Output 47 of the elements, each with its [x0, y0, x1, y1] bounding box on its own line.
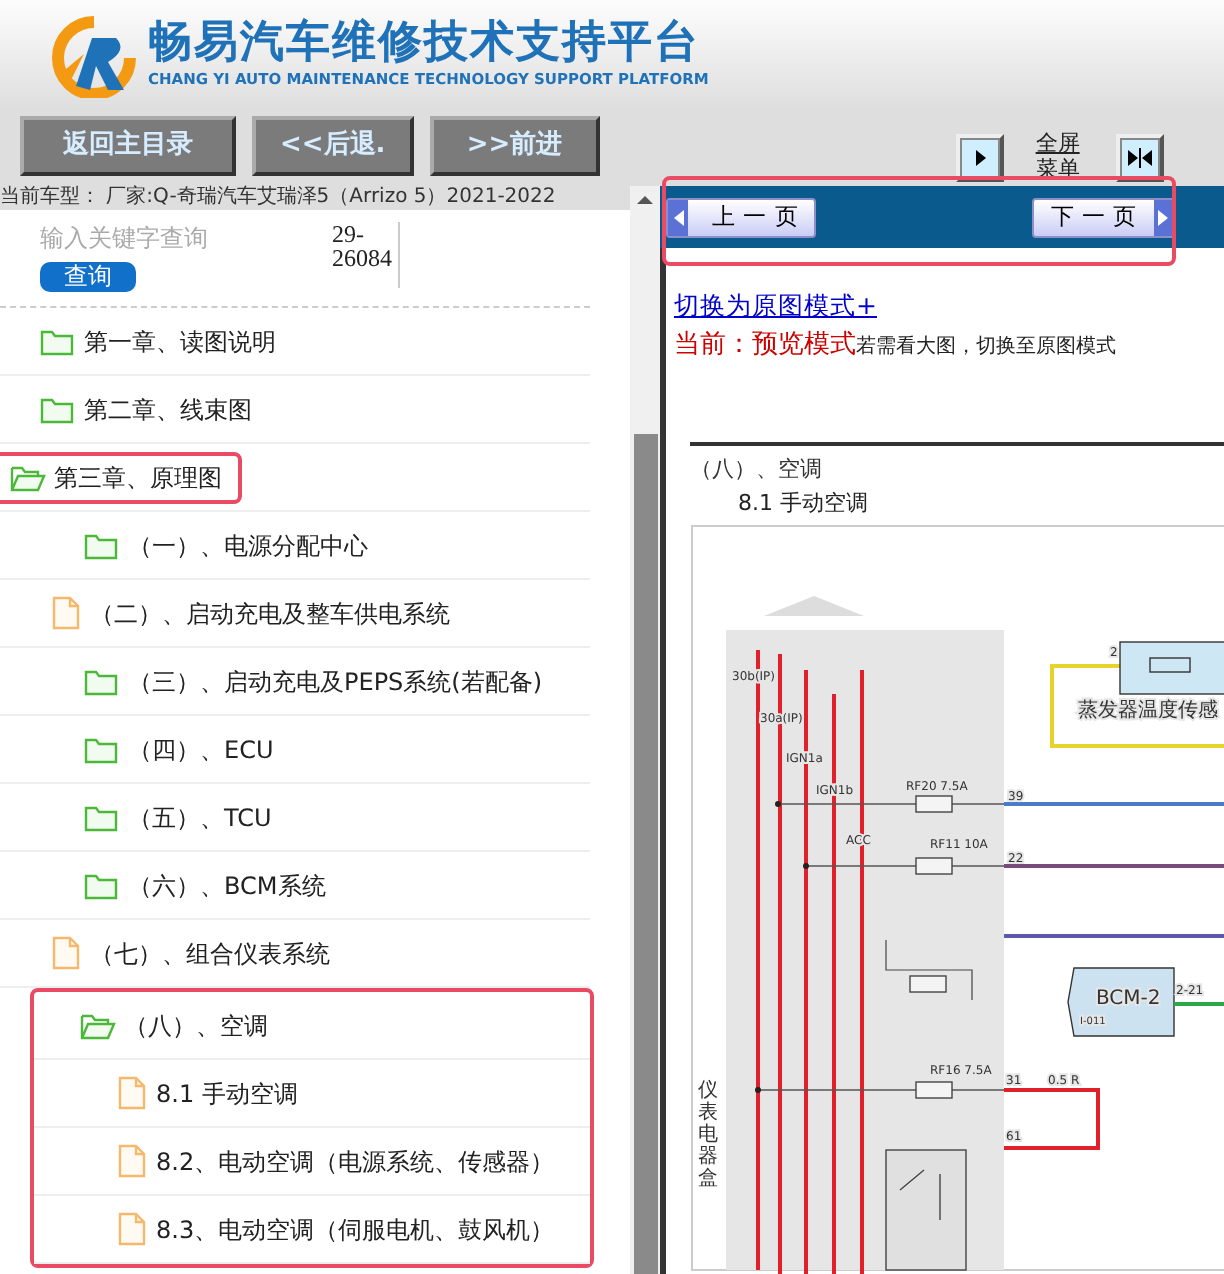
document-icon: [116, 1212, 148, 1246]
vehicle-info: 当前车型： 厂家:Q-奇瑞汽车艾瑞泽5（Arrizo 5）2021-2022: [0, 186, 556, 208]
tree-item[interactable]: （三）、启动充电及PEPS系统(若配备): [84, 663, 543, 699]
tree-item[interactable]: 第二章、线束图: [40, 391, 252, 427]
open-folder-icon: [10, 461, 46, 493]
logo-icon: [48, 13, 140, 97]
tree-item[interactable]: （五）、TCU: [84, 799, 272, 835]
folder-icon: [84, 869, 120, 901]
folder-icon: [84, 529, 120, 561]
left-arrow-icon: [673, 209, 683, 225]
subsection-heading: 8.1 手动空调: [736, 487, 870, 519]
result-count: 29-26084: [332, 222, 400, 288]
folder-icon: [84, 733, 120, 765]
tree-item[interactable]: 第一章、读图说明: [40, 323, 276, 359]
tree-item[interactable]: （四）、ECU: [84, 731, 274, 767]
original-mode-link[interactable]: 切换为原图模式+: [674, 288, 877, 326]
diagram-label: 蒸发器温度传感: [1078, 700, 1218, 722]
tree-item[interactable]: 8.2、电动空调（电源系统、传感器）: [116, 1143, 555, 1179]
tree-item[interactable]: 8.3、电动空调（伺服电机、鼓风机）: [116, 1211, 555, 1247]
tree-item[interactable]: （八）、空调: [80, 1007, 268, 1043]
next-page-button[interactable]: 下 一 页: [1032, 197, 1176, 237]
folder-icon: [84, 801, 120, 833]
folder-icon: [84, 665, 120, 697]
search-button[interactable]: 查询: [40, 262, 136, 292]
diagram-label: BCM-2: [1096, 988, 1161, 1010]
section-heading: （八）、空调: [690, 454, 824, 486]
diagram-label: 仪表电器盒: [698, 1080, 718, 1190]
expand-panel-button[interactable]: [955, 133, 1004, 182]
folder-icon: [40, 393, 76, 425]
scrollbar[interactable]: [630, 186, 660, 1274]
document-icon: [50, 936, 82, 970]
folder-icon: [40, 325, 76, 357]
document-icon: [116, 1076, 148, 1110]
previous-page-button[interactable]: 上 一 页: [666, 197, 817, 237]
current-mode-text: 当前：预览模式若需看大图，切换至原图模式: [674, 327, 1118, 364]
right-arrow-icon: [1158, 209, 1169, 225]
tree-item[interactable]: （七）、组合仪表系统: [50, 935, 330, 971]
tree-item[interactable]: （二）、启动充电及整车供电系统: [50, 595, 450, 631]
split-panel-button[interactable]: [1116, 133, 1164, 182]
tree-item[interactable]: （六）、BCM系统: [84, 867, 326, 903]
tree-item[interactable]: 8.1 手动空调: [116, 1075, 298, 1111]
site-title: 畅易汽车维修技术支持平台: [148, 19, 702, 68]
document-icon: [50, 596, 82, 630]
document-icon: [116, 1144, 148, 1178]
tree-item[interactable]: 第三章、原理图: [10, 459, 222, 495]
open-folder-icon: [80, 1009, 116, 1041]
tree-item[interactable]: （一）、电源分配中心: [84, 527, 368, 563]
